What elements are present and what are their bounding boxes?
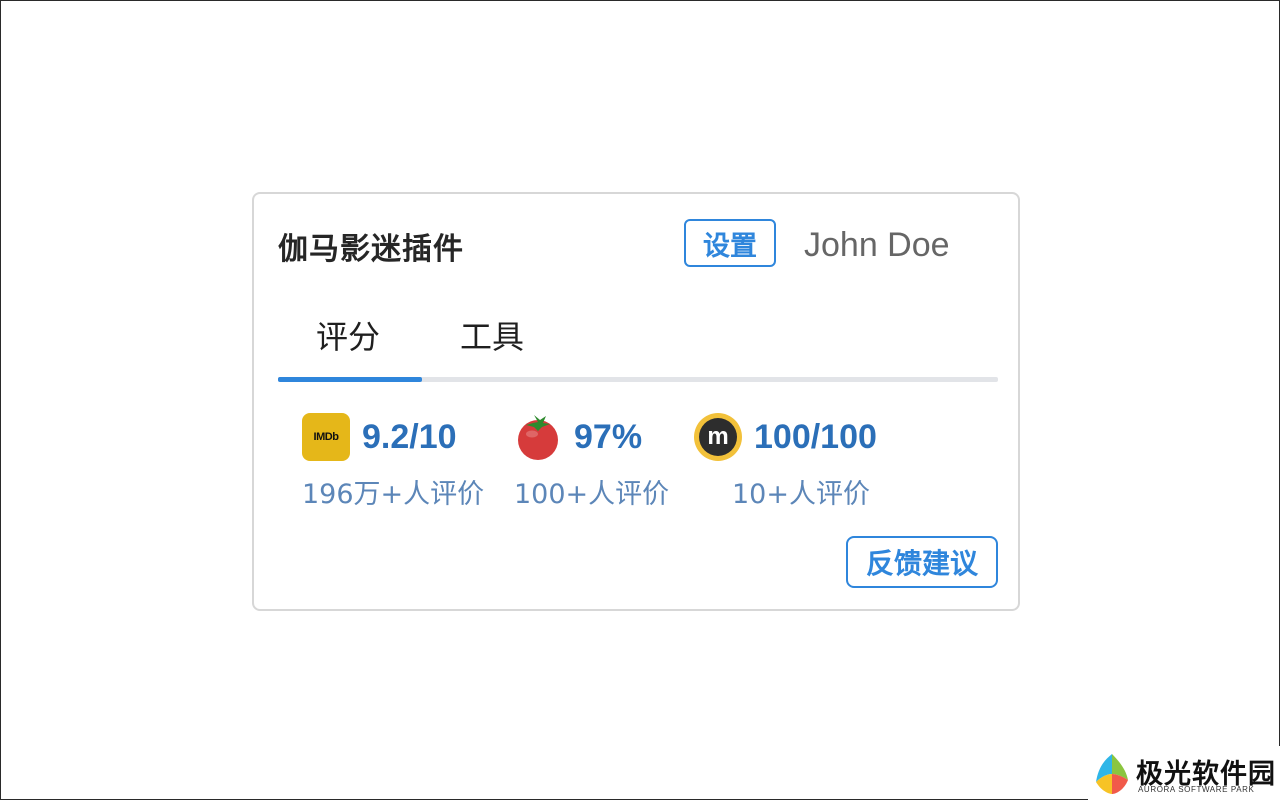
tab-bar: 评分 工具	[278, 304, 998, 382]
tab-tools[interactable]: 工具	[460, 312, 524, 358]
imdb-score: 9.2/10	[362, 417, 457, 456]
plugin-popup: 伽马影迷插件 设置 John Doe 评分 工具 IMDb 9.2/10 196…	[252, 192, 1020, 611]
user-name[interactable]: John Doe	[804, 226, 950, 265]
active-tab-indicator	[278, 377, 422, 382]
tomato-icon	[514, 413, 562, 461]
tab-ratings[interactable]: 评分	[316, 312, 380, 358]
metacritic-logo-text: m	[699, 418, 737, 456]
metacritic-score: 100/100	[754, 417, 877, 456]
tomato-shape	[518, 415, 558, 460]
ratings-panel: IMDb 9.2/10 196万+人评价 97% 100+人评价 m 100/1…	[302, 412, 992, 522]
plugin-title: 伽马影迷插件	[278, 232, 464, 267]
tomato-score: 97%	[574, 417, 643, 456]
watermark: 极光软件园 AURORA SOFTWARE PARK	[1088, 746, 1280, 800]
tomato-count: 100+人评价	[514, 479, 670, 510]
feedback-button[interactable]: 反馈建议	[846, 536, 998, 588]
settings-button[interactable]: 设置	[684, 219, 776, 267]
imdb-logo-text: IMDb	[313, 431, 339, 443]
rating-imdb[interactable]: IMDb 9.2/10 196万+人评价	[302, 412, 484, 511]
watermark-subtitle: AURORA SOFTWARE PARK	[1138, 785, 1255, 794]
aurora-logo-icon	[1096, 754, 1128, 794]
imdb-icon: IMDb	[302, 413, 350, 461]
rating-metacritic[interactable]: m 100/100 10+人评价	[694, 412, 877, 511]
metacritic-count: 10+人评价	[732, 479, 870, 510]
metacritic-icon: m	[694, 413, 742, 461]
rating-rotten-tomatoes[interactable]: 97% 100+人评价	[514, 412, 669, 511]
imdb-count: 196万+人评价	[302, 479, 485, 510]
